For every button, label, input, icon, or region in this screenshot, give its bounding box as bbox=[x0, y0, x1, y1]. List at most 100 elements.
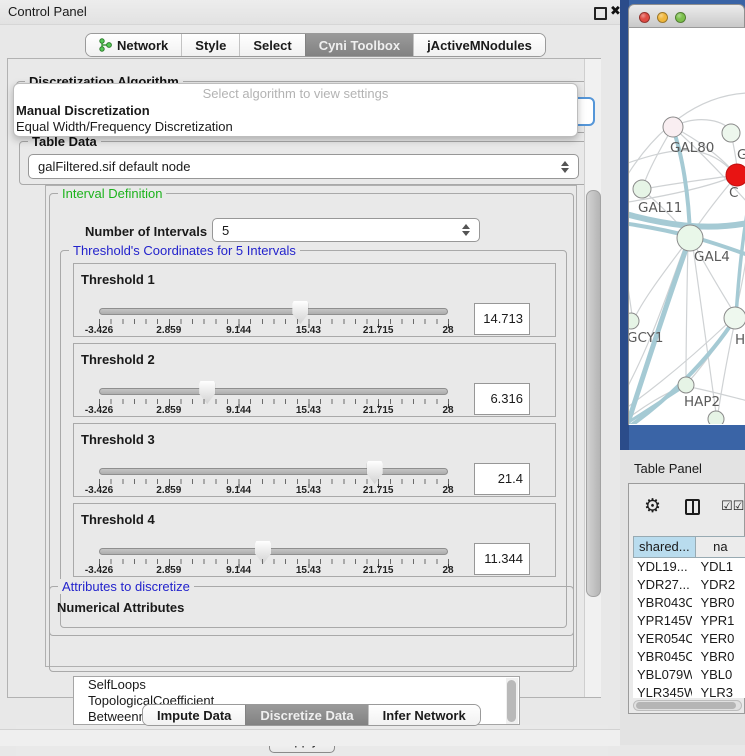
cell-name: YBR0 bbox=[692, 648, 745, 666]
table-row[interactable]: YBR043CYBR0 bbox=[633, 594, 745, 612]
network-node[interactable] bbox=[633, 180, 651, 198]
column-header-name[interactable]: na bbox=[696, 536, 745, 558]
network-window-titlebar[interactable] bbox=[628, 4, 745, 28]
tab-style[interactable]: Style bbox=[181, 34, 239, 56]
combo-stepper-icon bbox=[462, 224, 470, 236]
tab-network[interactable]: Network bbox=[86, 34, 181, 56]
float-window-icon[interactable] bbox=[594, 7, 607, 20]
table-row[interactable]: YER054CYER0 bbox=[633, 630, 745, 648]
threshold-value-field[interactable]: 21.4 bbox=[474, 463, 530, 495]
interval-definition-group: Interval Definition Number of Intervals … bbox=[49, 193, 574, 636]
slider-tick-label: 15.43 bbox=[296, 405, 321, 416]
control-panel: Control Panel ✖ Network Style Select Cyni T… bbox=[0, 0, 620, 745]
tab-label: Style bbox=[195, 38, 226, 53]
thresholds-container: Threshold 1-3.4262.8599.14415.4321.71528… bbox=[61, 251, 566, 627]
network-node[interactable] bbox=[722, 124, 740, 142]
node-table[interactable]: shared... na YDL19...YDL1YDR27...YDR2YBR… bbox=[633, 536, 745, 698]
node-table-header: shared... na bbox=[633, 536, 745, 558]
network-node[interactable] bbox=[724, 307, 745, 329]
tab-infer-network[interactable]: Infer Network bbox=[368, 705, 480, 725]
list-scrollbar-thumb[interactable] bbox=[507, 680, 516, 722]
threshold-value-field[interactable]: 6.316 bbox=[474, 383, 530, 415]
tab-label: Infer Network bbox=[383, 708, 466, 723]
network-view-window[interactable]: GAL80GACGAL11GAL4GCY1HHAP2 bbox=[628, 4, 745, 425]
slider-tick-label: 9.144 bbox=[226, 485, 251, 496]
node-label: GA bbox=[737, 147, 745, 163]
threshold-value-field[interactable]: 14.713 bbox=[474, 303, 530, 335]
minimize-window-button[interactable] bbox=[657, 12, 668, 23]
content-scrollbar-thumb[interactable] bbox=[586, 190, 601, 597]
table-row[interactable]: YPR145WYPR1 bbox=[633, 612, 745, 630]
network-view[interactable]: GAL80GACGAL11GAL4GCY1HHAP2 bbox=[628, 28, 745, 425]
tab-label: Network bbox=[117, 38, 168, 53]
table-row[interactable]: YLR345WYLR3 bbox=[633, 684, 745, 698]
tab-impute-data[interactable]: Impute Data bbox=[143, 705, 245, 725]
threshold-row: Threshold 1-3.4262.8599.14415.4321.71528… bbox=[73, 263, 556, 337]
split-columns-icon[interactable] bbox=[685, 499, 700, 515]
algorithm-option[interactable]: Equal Width/Frequency Discretization bbox=[14, 119, 577, 135]
zoom-window-button[interactable] bbox=[675, 12, 686, 23]
table-panel-title: Table Panel bbox=[634, 461, 702, 476]
slider-track[interactable] bbox=[99, 308, 448, 315]
algorithm-dropdown-popup: Select algorithm to view settings Manual… bbox=[13, 83, 578, 137]
cell-name: YER0 bbox=[692, 630, 745, 648]
table-data-group: Table Data galFiltered.sif default node bbox=[19, 141, 589, 185]
network-node[interactable] bbox=[663, 117, 683, 137]
table-row[interactable]: YBL079WYBL0 bbox=[633, 666, 745, 684]
slider-track[interactable] bbox=[99, 388, 448, 395]
control-panel-titlebar: Control Panel ✖ bbox=[0, 0, 620, 25]
gear-icon[interactable]: ⚙ bbox=[644, 495, 661, 518]
node-label: C bbox=[729, 185, 738, 201]
table-hscrollbar-thumb[interactable] bbox=[636, 702, 736, 709]
network-edge bbox=[635, 240, 688, 317]
tab-select[interactable]: Select bbox=[239, 34, 304, 56]
column-header-shared-name[interactable]: shared... bbox=[633, 536, 696, 558]
network-node[interactable] bbox=[629, 313, 639, 329]
slider-track[interactable] bbox=[99, 468, 448, 475]
cell-name: YBR0 bbox=[692, 594, 745, 612]
panel-title: Control Panel bbox=[8, 4, 87, 19]
slider-tick-label: 21.715 bbox=[363, 565, 394, 576]
tab-label: Cyni Toolbox bbox=[319, 38, 400, 53]
number-of-intervals-combobox[interactable]: 5 bbox=[212, 218, 480, 242]
slider-tick-label: 2.859 bbox=[156, 485, 181, 496]
right-region: GAL80GACGAL11GAL4GCY1HHAP2 Table Panel ⚙… bbox=[620, 0, 745, 745]
network-node[interactable] bbox=[677, 225, 703, 251]
slider-tick-label: -3.426 bbox=[85, 565, 113, 576]
content-vertical-scrollbar[interactable] bbox=[584, 59, 601, 697]
tab-label: jActiveMNodules bbox=[427, 38, 532, 53]
table-row[interactable]: YBR045CYBR0 bbox=[633, 648, 745, 666]
select-columns-icon[interactable]: ☑☑ bbox=[721, 498, 744, 514]
network-edge bbox=[629, 257, 632, 315]
close-window-button[interactable] bbox=[639, 12, 650, 23]
algorithm-popup-header: Select algorithm to view settings bbox=[14, 86, 577, 103]
number-of-intervals-label: Number of Intervals bbox=[85, 224, 207, 239]
network-node[interactable] bbox=[678, 377, 694, 393]
cell-shared-name: YBR043C bbox=[633, 594, 692, 612]
cell-shared-name: YPR145W bbox=[633, 612, 692, 630]
table-row[interactable]: YDR27...YDR2 bbox=[633, 576, 745, 594]
network-node[interactable] bbox=[708, 411, 724, 424]
attribute-list-item[interactable]: SelfLoops bbox=[74, 677, 519, 693]
table-horizontal-scrollbar[interactable] bbox=[633, 700, 742, 711]
table-row[interactable]: YDL19...YDL1 bbox=[633, 558, 745, 576]
network-node[interactable] bbox=[726, 164, 745, 186]
node-label: GAL11 bbox=[638, 200, 682, 216]
tab-label: Discretize Data bbox=[260, 708, 353, 723]
table-panel-toolbar: ⚙ ☑☑ bbox=[629, 484, 744, 534]
slider-track[interactable] bbox=[99, 548, 448, 555]
tab-label: Select bbox=[253, 38, 291, 53]
tab-discretize-data[interactable]: Discretize Data bbox=[245, 705, 367, 725]
network-graph[interactable]: GAL80GACGAL11GAL4GCY1HHAP2 bbox=[629, 28, 745, 424]
tab-cyni-toolbox[interactable]: Cyni Toolbox bbox=[305, 34, 413, 56]
cell-name: YDL1 bbox=[692, 558, 745, 576]
list-scrollbar[interactable] bbox=[506, 678, 518, 724]
cell-shared-name: YDL19... bbox=[633, 558, 692, 576]
algorithm-option[interactable]: Manual Discretization bbox=[14, 103, 577, 119]
tab-jactivemnodules[interactable]: jActiveMNodules bbox=[413, 34, 545, 56]
interval-definition-title: Interval Definition bbox=[58, 186, 166, 201]
threshold-row: Threshold 4-3.4262.8599.14415.4321.71528… bbox=[73, 503, 556, 577]
table-data-combobox[interactable]: galFiltered.sif default node bbox=[28, 154, 579, 179]
threshold-value-field[interactable]: 11.344 bbox=[474, 543, 530, 575]
node-table-rows: YDL19...YDL1YDR27...YDR2YBR043CYBR0YPR14… bbox=[633, 558, 745, 698]
